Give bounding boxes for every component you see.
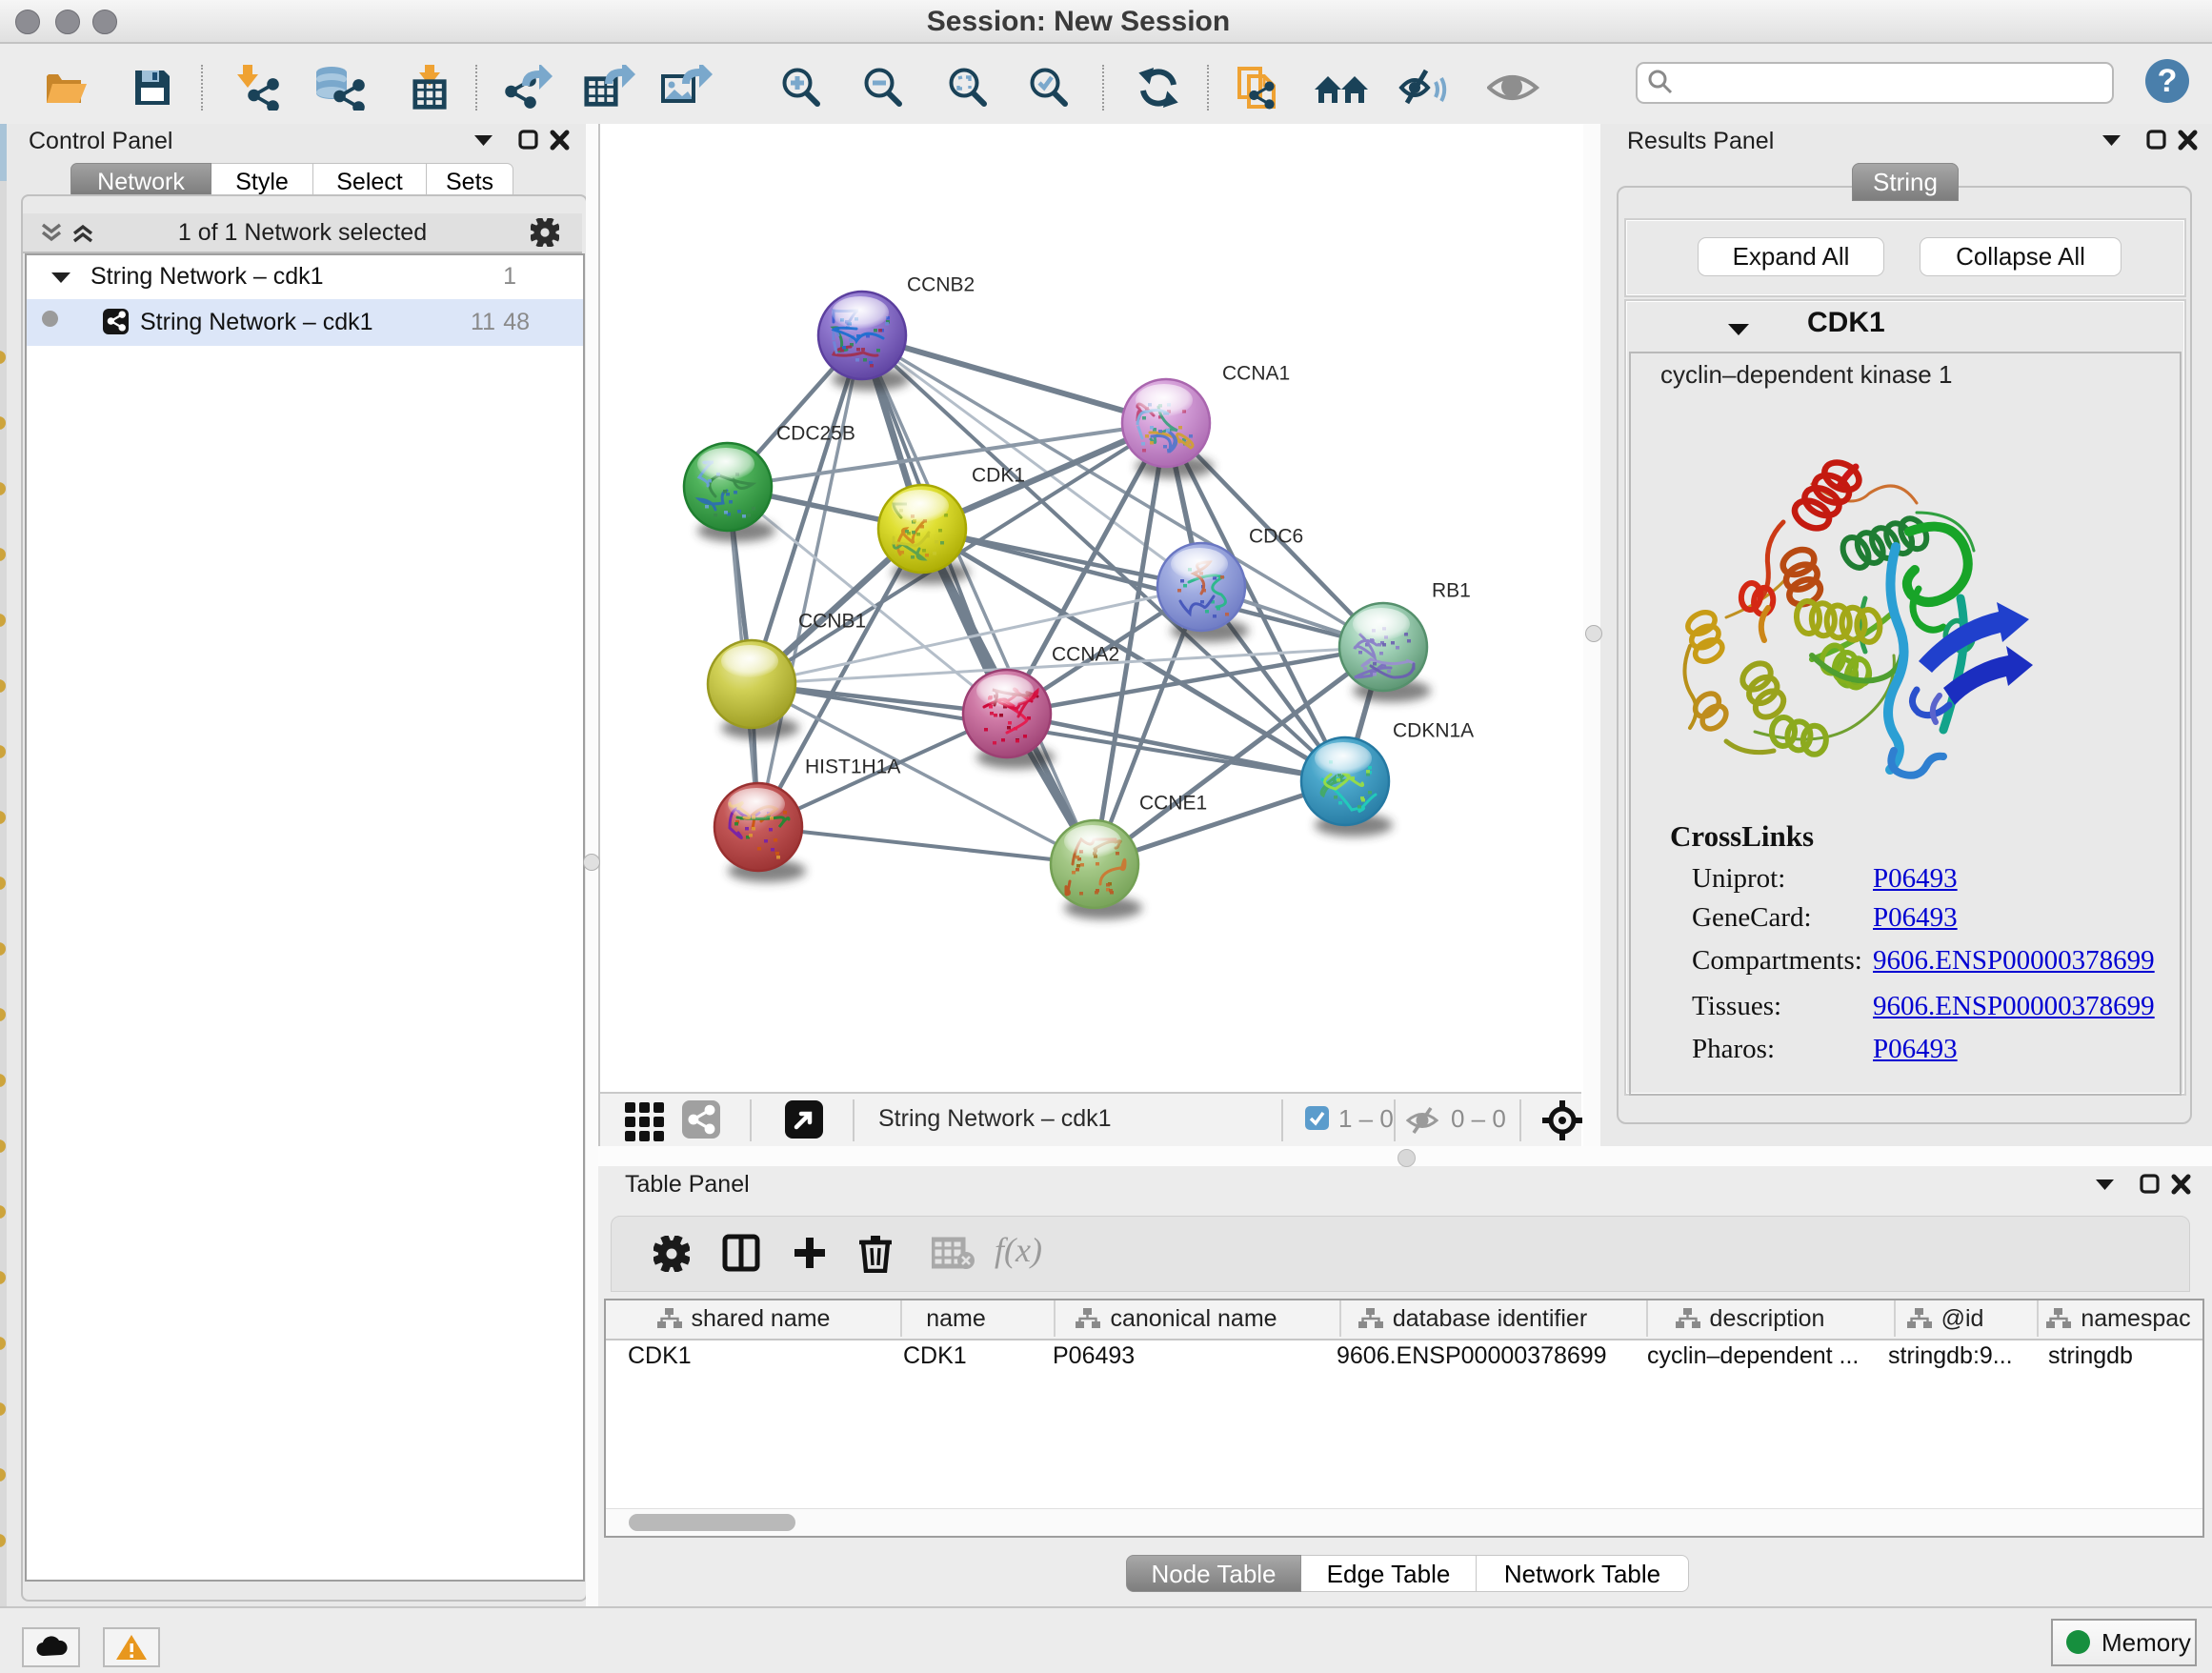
svg-text:HIST1H1A: HIST1H1A (805, 756, 900, 778)
svg-text:CCNB1: CCNB1 (798, 611, 866, 633)
svg-text:CCNA2: CCNA2 (1052, 644, 1119, 666)
svg-text:CCNA1: CCNA1 (1222, 363, 1290, 385)
svg-text:CDKN1A: CDKN1A (1393, 720, 1474, 742)
svg-text:CDK1: CDK1 (972, 465, 1025, 487)
svg-text:CDC6: CDC6 (1249, 526, 1303, 548)
svg-text:CCNB2: CCNB2 (907, 274, 975, 296)
svg-text:CDC25B: CDC25B (776, 423, 855, 445)
svg-text:RB1: RB1 (1432, 580, 1471, 602)
svg-text:CCNE1: CCNE1 (1139, 793, 1207, 815)
